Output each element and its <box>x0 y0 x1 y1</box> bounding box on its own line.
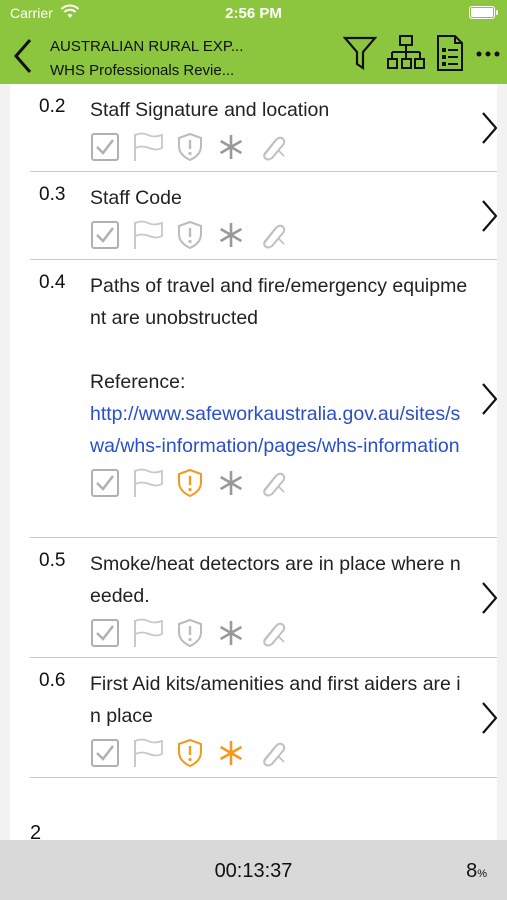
question-row[interactable]: 0.6 First Aid kits/amenities and first ai… <box>30 658 497 778</box>
checkbox-icon[interactable] <box>90 738 120 768</box>
question-actions <box>90 126 497 168</box>
battery-icon <box>469 6 498 19</box>
clock: 2:56 PM <box>225 5 282 22</box>
question-list: 0.2 Staff Signature and location 0.3 Staff… <box>10 84 497 840</box>
required-asterisk-icon[interactable] <box>216 468 246 498</box>
nav-titles: AUSTRALIAN RURAL EXP... WHS Professional… <box>50 35 243 83</box>
question-actions <box>90 462 497 504</box>
attachment-icon[interactable] <box>258 468 288 498</box>
warning-shield-icon[interactable] <box>176 132 204 162</box>
required-asterisk-icon[interactable] <box>216 220 246 250</box>
warning-shield-icon[interactable] <box>176 738 204 768</box>
checkbox-icon[interactable] <box>90 220 120 250</box>
chevron-right-icon[interactable] <box>479 198 497 234</box>
question-text: Smoke/heat detectors are in place where … <box>90 548 470 612</box>
flag-icon[interactable] <box>132 468 164 498</box>
question-number: 0.2 <box>39 96 66 117</box>
flag-icon[interactable] <box>132 738 164 768</box>
checkbox-icon[interactable] <box>90 468 120 498</box>
elapsed-timer: 00:13:37 <box>214 860 293 882</box>
question-row[interactable]: 0.2 Staff Signature and location <box>30 84 497 172</box>
question-text: Paths of travel and fire/emergency equip… <box>90 270 470 462</box>
flag-icon[interactable] <box>132 132 164 162</box>
question-row[interactable]: 0.5 Smoke/heat detectors are in place whe… <box>30 538 497 658</box>
chevron-right-icon[interactable] <box>479 110 497 146</box>
question-number: 0.6 <box>39 670 66 691</box>
question-label: First Aid kits/amenities and first aider… <box>90 673 461 727</box>
nav-actions <box>343 34 501 72</box>
reference-label: Reference: <box>90 371 186 393</box>
question-row[interactable]: 0.3 Staff Code <box>30 172 497 260</box>
hierarchy-icon[interactable] <box>387 34 425 72</box>
header: Carrier 2:56 PM AUSTRALIAN RURAL EXP... … <box>0 0 507 84</box>
warning-shield-icon[interactable] <box>176 618 204 648</box>
question-text: Staff Signature and location <box>90 94 470 126</box>
back-chevron-icon[interactable] <box>10 36 36 76</box>
attachment-icon[interactable] <box>258 618 288 648</box>
more-icon[interactable] <box>475 34 501 72</box>
filter-icon[interactable] <box>343 34 377 72</box>
question-actions <box>90 612 497 654</box>
nav-subtitle: WHS Professionals Revie... <box>50 62 235 79</box>
checkbox-icon[interactable] <box>90 618 120 648</box>
question-number: 0.3 <box>39 184 66 205</box>
flag-icon[interactable] <box>132 220 164 250</box>
status-bar: Carrier 2:56 PM <box>0 0 507 28</box>
nav-title: AUSTRALIAN RURAL EXP... <box>50 38 244 55</box>
question-number: 0.5 <box>39 550 66 571</box>
required-asterisk-icon[interactable] <box>216 738 246 768</box>
question-row[interactable]: 0.4 Paths of travel and fire/emergency eq… <box>30 260 497 538</box>
attachment-icon[interactable] <box>258 738 288 768</box>
chevron-right-icon[interactable] <box>479 700 497 736</box>
chevron-right-icon[interactable] <box>479 381 497 417</box>
attachment-icon[interactable] <box>258 220 288 250</box>
question-label: Staff Signature and location <box>90 99 330 121</box>
footer-bar: 00:13:37 8% <box>0 840 507 900</box>
reference-link[interactable]: http://www.safeworkaustralia.gov.au/site… <box>90 403 460 457</box>
warning-shield-icon[interactable] <box>176 220 204 250</box>
required-asterisk-icon[interactable] <box>216 618 246 648</box>
checkbox-icon[interactable] <box>90 132 120 162</box>
chevron-right-icon[interactable] <box>479 580 497 616</box>
nav-bar: AUSTRALIAN RURAL EXP... WHS Professional… <box>0 30 507 84</box>
question-number: 0.4 <box>39 272 66 293</box>
question-label: Staff Code <box>90 187 182 209</box>
question-actions <box>90 214 497 256</box>
section-heading: 2 <box>30 822 42 840</box>
attachment-icon[interactable] <box>258 132 288 162</box>
flag-icon[interactable] <box>132 618 164 648</box>
warning-shield-icon[interactable] <box>176 468 204 498</box>
question-text: First Aid kits/amenities and first aider… <box>90 668 470 732</box>
required-asterisk-icon[interactable] <box>216 132 246 162</box>
checklist-icon[interactable] <box>435 34 465 72</box>
question-text: Staff Code <box>90 182 470 214</box>
question-actions <box>90 732 497 774</box>
question-label: Paths of travel and fire/emergency equip… <box>90 275 468 329</box>
question-label: Smoke/heat detectors are in place where … <box>90 553 461 607</box>
progress-percent: 8% <box>466 860 487 882</box>
